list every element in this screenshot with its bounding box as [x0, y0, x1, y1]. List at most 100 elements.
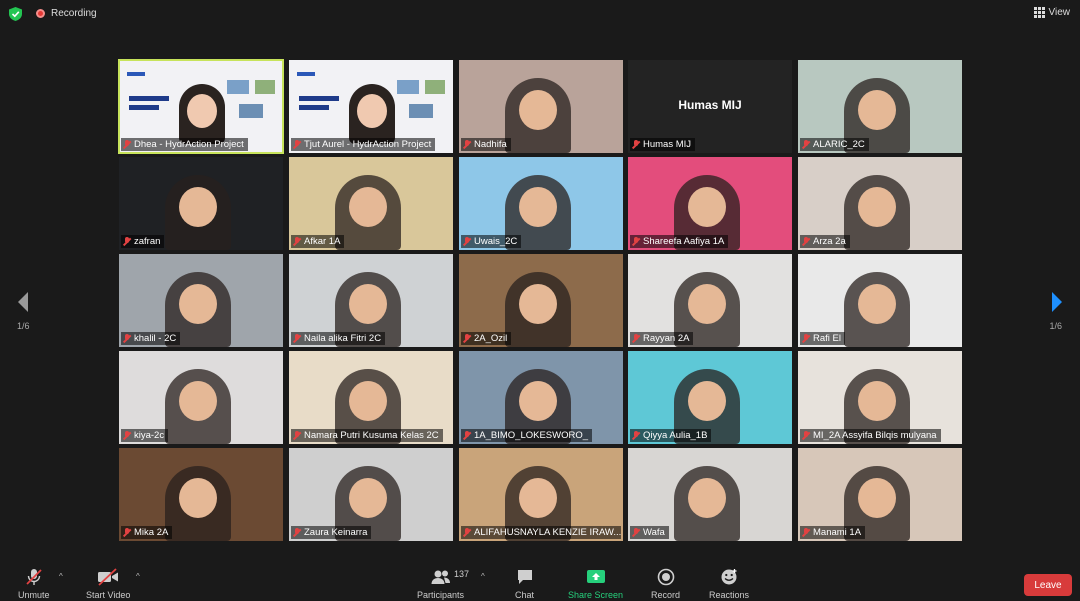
start-video-button[interactable]: Start Video	[86, 568, 130, 600]
participant-name-text: Afkar 1A	[304, 236, 341, 247]
participant-name-text: Naila alika Fitri 2C	[304, 333, 382, 344]
muted-mic-icon	[802, 140, 810, 149]
participant-name-text: kiya-2c	[134, 430, 165, 441]
muted-mic-icon	[293, 237, 301, 246]
participant-tile[interactable]: Namara Putri Kusuma Kelas 2C	[289, 351, 453, 444]
participant-name-label: Afkar 1A	[291, 235, 345, 248]
participant-name-label: MI_2A Assyifa Bilqis mulyana	[800, 429, 941, 442]
participant-name-text: Tjut Aurel - HydrAction Project	[304, 139, 432, 150]
participant-tile[interactable]: Dhea - HydrAction Project	[118, 59, 284, 154]
participant-tile[interactable]: Rayyan 2A	[628, 254, 792, 347]
muted-mic-icon	[463, 334, 471, 343]
participant-tile[interactable]: Uwais_2C	[459, 157, 623, 250]
chat-button[interactable]: Chat	[515, 568, 534, 600]
audio-options-caret[interactable]: ^	[59, 572, 63, 581]
reactions-label: Reactions	[709, 590, 750, 600]
record-button[interactable]: Record	[651, 568, 680, 600]
participant-tile[interactable]: Humas MIJ Humas MIJ	[628, 60, 792, 153]
share-screen-icon	[586, 570, 605, 583]
participant-name-text: khalil - 2C	[134, 333, 177, 344]
participant-name-text: Rafi El	[813, 333, 841, 344]
participant-name-label: Uwais_2C	[461, 235, 522, 248]
participant-tile[interactable]: MI_2A Assyifa Bilqis mulyana	[798, 351, 962, 444]
participant-name-text: 2A_Ozil	[474, 333, 508, 344]
participant-name-text: Shareefa Aafiya 1A	[643, 236, 725, 247]
participant-count: 137	[454, 569, 470, 579]
participant-tile[interactable]: Afkar 1A	[289, 157, 453, 250]
participant-name-text: zafran	[134, 236, 161, 247]
video-feed	[165, 466, 231, 541]
participants-icon	[431, 570, 450, 584]
recording-indicator[interactable]: Recording	[36, 8, 97, 19]
participant-name-label: 2A_Ozil	[461, 332, 512, 345]
participant-name-text: Nadhifa	[474, 139, 507, 150]
start-video-label: Start Video	[86, 590, 131, 600]
participants-options-caret[interactable]: ^	[481, 572, 485, 581]
participant-name-text: Humas MIJ	[643, 139, 692, 150]
participant-name-text: Namara Putri Kusuma Kelas 2C	[304, 430, 439, 441]
participant-name-text: Dhea - HydrAction Project	[134, 139, 244, 150]
unmute-button[interactable]: Unmute	[18, 568, 50, 600]
participant-tile[interactable]: kiya-2c	[119, 351, 283, 444]
participant-name-text: 1A_BIMO_LOKESWORO_	[474, 430, 589, 441]
participant-name-label: Namara Putri Kusuma Kelas 2C	[291, 429, 443, 442]
muted-mic-icon	[463, 140, 471, 149]
muted-mic-icon	[802, 431, 810, 440]
unmute-label: Unmute	[18, 590, 50, 600]
previous-page-arrow-icon[interactable]	[14, 290, 32, 314]
muted-mic-icon	[123, 334, 131, 343]
video-feed	[505, 78, 571, 153]
participant-tile[interactable]: Manami 1A	[798, 448, 962, 541]
participant-tile[interactable]: khalil - 2C	[119, 254, 283, 347]
participant-tile[interactable]: Nadhifa	[459, 60, 623, 153]
muted-mic-icon	[802, 334, 810, 343]
muted-mic-icon	[293, 140, 301, 149]
muted-mic-icon	[123, 140, 131, 149]
share-screen-button[interactable]: Share Screen	[568, 568, 623, 600]
security-shield-icon[interactable]	[9, 7, 22, 21]
grid-view-icon	[1033, 7, 1045, 18]
muted-mic-icon	[463, 237, 471, 246]
video-options-caret[interactable]: ^	[136, 572, 140, 581]
participant-tile[interactable]: Arza 2a	[798, 157, 962, 250]
muted-microphone-icon	[26, 569, 42, 585]
participant-display-name: Humas MIJ	[678, 98, 742, 112]
participant-name-label: Qiyya Aulia_1B	[630, 429, 712, 442]
participant-tile[interactable]: Rafi El	[798, 254, 962, 347]
participant-tile[interactable]: Zaura Keinarra	[289, 448, 453, 541]
muted-mic-icon	[293, 334, 301, 343]
participant-name-label: Naila alika Fitri 2C	[291, 332, 386, 345]
participant-tile[interactable]: Wafa	[628, 448, 792, 541]
recording-label: Recording	[51, 8, 97, 19]
participant-name-text: Rayyan 2A	[643, 333, 690, 344]
participant-tile[interactable]: Mika 2A	[119, 448, 283, 541]
top-bar: Recording View	[0, 0, 1080, 28]
video-feed	[674, 466, 740, 541]
participant-tile[interactable]: 2A_Ozil	[459, 254, 623, 347]
participant-tile[interactable]: ALIFAHUSNAYLA KENZIE IRAW...	[459, 448, 623, 541]
participant-tile[interactable]: zafran	[119, 157, 283, 250]
view-button[interactable]: View	[1033, 7, 1070, 18]
reactions-button[interactable]: Reactions	[709, 568, 749, 600]
participant-tile[interactable]: Naila alika Fitri 2C	[289, 254, 453, 347]
participant-tile[interactable]: Qiyya Aulia_1B	[628, 351, 792, 444]
page-indicator-right: 1/6	[1049, 321, 1062, 331]
participant-tile[interactable]: Shareefa Aafiya 1A	[628, 157, 792, 250]
participant-name-text: Zaura Keinarra	[304, 527, 368, 538]
participant-tile[interactable]: ALARIC_2C	[798, 60, 962, 153]
chat-icon	[517, 570, 532, 584]
leave-button[interactable]: Leave	[1024, 574, 1072, 596]
participant-name-label: zafran	[121, 235, 165, 248]
muted-mic-icon	[632, 237, 640, 246]
participant-name-text: Uwais_2C	[474, 236, 518, 247]
record-dot-icon	[36, 9, 45, 18]
participant-name-label: Tjut Aurel - HydrAction Project	[291, 138, 436, 151]
video-feed	[844, 272, 910, 347]
participant-name-text: ALIFAHUSNAYLA KENZIE IRAW...	[474, 527, 621, 538]
video-off-icon	[98, 568, 119, 586]
muted-mic-icon	[123, 431, 131, 440]
participant-name-label: Shareefa Aafiya 1A	[630, 235, 729, 248]
next-page-arrow-icon[interactable]	[1048, 290, 1066, 314]
participant-tile[interactable]: 1A_BIMO_LOKESWORO_	[459, 351, 623, 444]
participant-tile[interactable]: Tjut Aurel - HydrAction Project	[289, 60, 453, 153]
